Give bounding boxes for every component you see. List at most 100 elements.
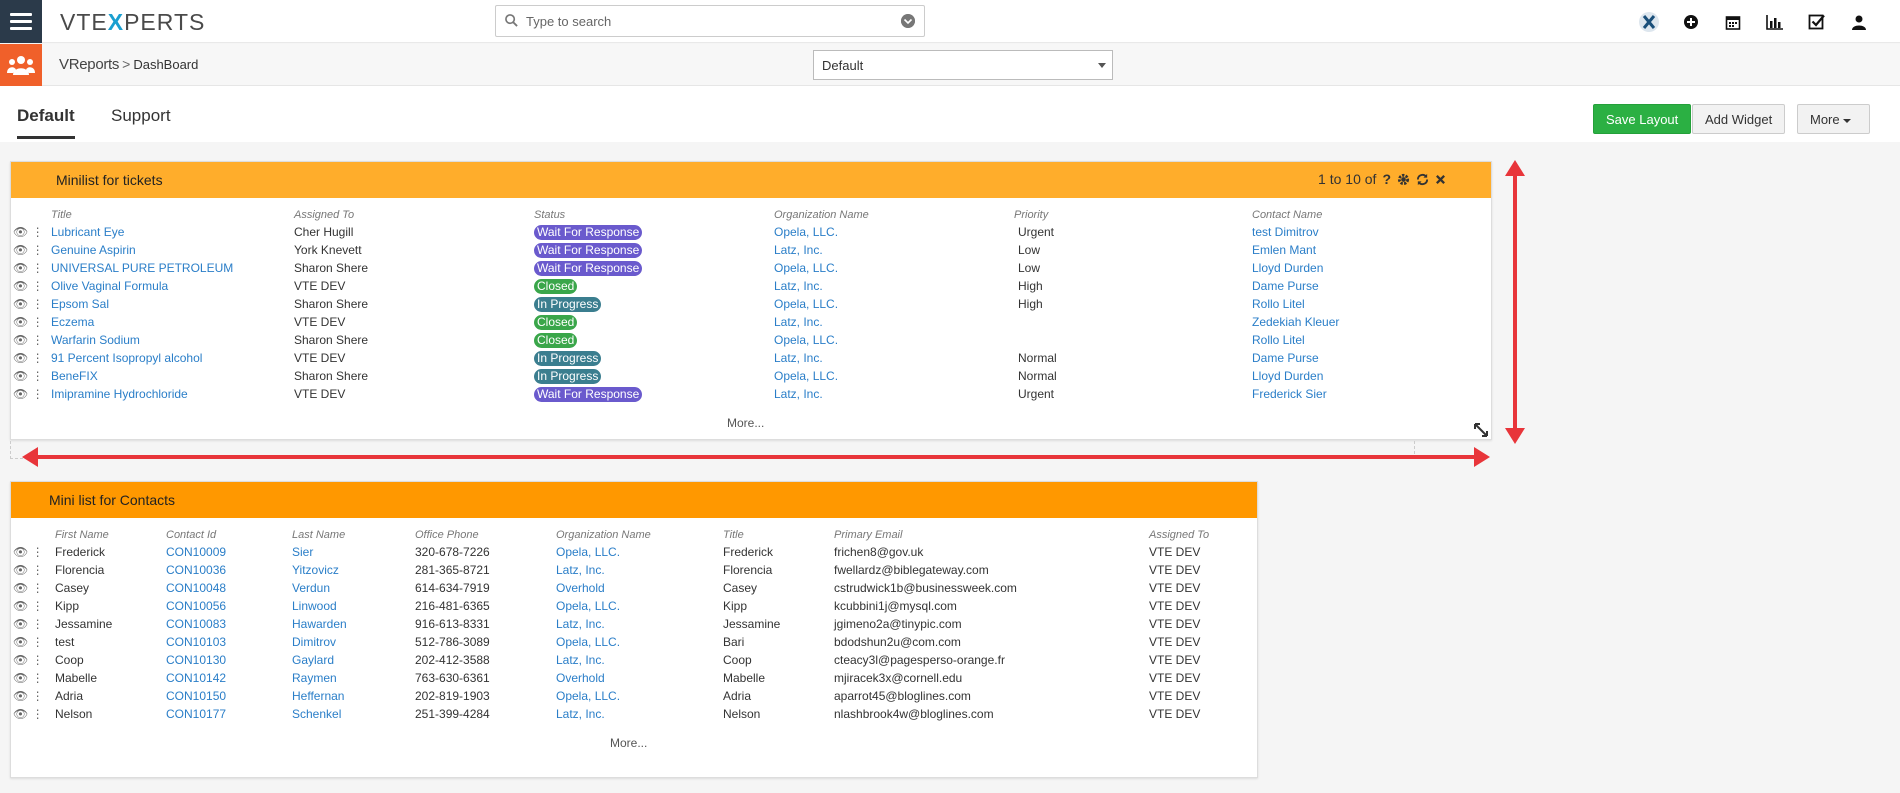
column-header[interactable]: Primary Email — [834, 526, 1149, 543]
organization-link[interactable]: Latz, Inc. — [774, 241, 1014, 259]
table-row[interactable]: 👁 ⋮ Casey CON10048 Verdun 614-634-7919 Overho… — [13, 579, 1243, 597]
table-row[interactable]: 👁 ⋮ Jessamine CON10083 Hawarden 916-613-8331… — [13, 615, 1243, 633]
tab-default[interactable]: Default — [17, 106, 75, 139]
plus-circle-icon[interactable] — [1670, 10, 1712, 34]
eye-icon[interactable]: 👁 — [13, 243, 28, 257]
eye-icon[interactable]: 👁 — [13, 225, 28, 239]
last-name-link[interactable]: Sier — [292, 543, 415, 561]
kebab-menu-icon[interactable]: ⋮ — [32, 581, 44, 595]
ticket-title-link[interactable]: Warfarin Sodium — [51, 331, 294, 349]
kebab-menu-icon[interactable]: ⋮ — [32, 243, 44, 257]
last-name-link[interactable]: Gaylard — [292, 651, 415, 669]
contact-link[interactable]: Dame Purse — [1252, 277, 1423, 295]
last-name-link[interactable]: Dimitrov — [292, 633, 415, 651]
table-row[interactable]: 👁 ⋮ Genuine Aspirin York Knevett Wait For R… — [13, 241, 1423, 259]
organization-link[interactable]: Overhold — [556, 669, 723, 687]
contact-id-link[interactable]: CON10056 — [166, 597, 292, 615]
organization-link[interactable]: Opela, LLC. — [774, 367, 1014, 385]
table-row[interactable]: 👁 ⋮ Florencia CON10036 Yitzovicz 281-365-872… — [13, 561, 1243, 579]
last-name-link[interactable]: Heffernan — [292, 687, 415, 705]
contact-id-link[interactable]: CON10083 — [166, 615, 292, 633]
organization-link[interactable]: Opela, LLC. — [556, 633, 723, 651]
column-header[interactable]: Organization Name — [556, 526, 723, 543]
kebab-menu-icon[interactable]: ⋮ — [32, 387, 44, 401]
table-row[interactable]: 👁 ⋮ Nelson CON10177 Schenkel 251-399-4284 Lat… — [13, 705, 1243, 723]
organization-link[interactable]: Latz, Inc. — [556, 561, 723, 579]
gear-icon[interactable] — [1397, 173, 1410, 186]
table-row[interactable]: 👁 ⋮ Lubricant Eye Cher Hugill Wait For Resp… — [13, 223, 1423, 241]
ticket-title-link[interactable]: Genuine Aspirin — [51, 241, 294, 259]
eye-icon[interactable]: 👁 — [13, 279, 28, 293]
last-name-link[interactable]: Schenkel — [292, 705, 415, 723]
search-input[interactable] — [526, 10, 886, 32]
kebab-menu-icon[interactable]: ⋮ — [32, 297, 44, 311]
kebab-menu-icon[interactable]: ⋮ — [32, 653, 44, 667]
eye-icon[interactable]: 👁 — [13, 315, 28, 329]
more-link[interactable]: More... — [727, 416, 764, 430]
contact-link[interactable]: Rollo Litel — [1252, 295, 1423, 313]
table-row[interactable]: 👁 ⋮ Imipramine Hydrochloride VTE DEV Wait F… — [13, 385, 1423, 403]
ticket-title-link[interactable]: BeneFIX — [51, 367, 294, 385]
kebab-menu-icon[interactable]: ⋮ — [32, 369, 44, 383]
organization-link[interactable]: Latz, Inc. — [774, 385, 1014, 403]
contact-id-link[interactable]: CON10142 — [166, 669, 292, 687]
column-header[interactable]: Contact Name — [1252, 206, 1423, 223]
organization-link[interactable]: Latz, Inc. — [774, 349, 1014, 367]
contact-link[interactable]: Emlen Mant — [1252, 241, 1423, 259]
breadcrumb-module[interactable]: VReports — [59, 56, 119, 73]
organization-link[interactable]: Latz, Inc. — [556, 705, 723, 723]
eye-icon[interactable]: 👁 — [13, 689, 28, 703]
menu-icon[interactable] — [0, 0, 42, 43]
eye-icon[interactable]: 👁 — [13, 617, 28, 631]
contact-link[interactable]: Dame Purse — [1252, 349, 1423, 367]
more-button[interactable]: More — [1797, 104, 1870, 134]
table-row[interactable]: 👁 ⋮ BeneFIX Sharon Shere In Progress Opela, … — [13, 367, 1423, 385]
contact-link[interactable]: Zedekiah Kleuer — [1252, 313, 1423, 331]
last-name-link[interactable]: Yitzovicz — [292, 561, 415, 579]
organization-link[interactable]: Opela, LLC. — [774, 223, 1014, 241]
contact-link[interactable]: Lloyd Durden — [1252, 259, 1423, 277]
ticket-title-link[interactable]: Eczema — [51, 313, 294, 331]
ticket-title-link[interactable]: UNIVERSAL PURE PETROLEUM — [51, 259, 294, 277]
organization-link[interactable]: Latz, Inc. — [774, 277, 1014, 295]
contact-link[interactable]: Rollo Litel — [1252, 331, 1423, 349]
table-row[interactable]: 👁 ⋮ UNIVERSAL PURE PETROLEUM Sharon Shere W… — [13, 259, 1423, 277]
vtexperts-logo[interactable]: VTEXPERTS — [60, 9, 205, 36]
eye-icon[interactable]: 👁 — [13, 671, 28, 685]
kebab-menu-icon[interactable]: ⋮ — [32, 225, 44, 239]
tab-support[interactable]: Support — [111, 106, 171, 136]
contact-id-link[interactable]: CON10130 — [166, 651, 292, 669]
kebab-menu-icon[interactable]: ⋮ — [32, 563, 44, 577]
contact-id-link[interactable]: CON10103 — [166, 633, 292, 651]
eye-icon[interactable]: 👁 — [13, 635, 28, 649]
organization-link[interactable]: Opela, LLC. — [774, 259, 1014, 277]
column-header[interactable]: Title — [723, 526, 834, 543]
total-count-button[interactable]: ? — [1382, 171, 1391, 187]
table-row[interactable]: 👁 ⋮ test CON10103 Dimitrov 512-786-3089 Opela… — [13, 633, 1243, 651]
kebab-menu-icon[interactable]: ⋮ — [32, 279, 44, 293]
column-header[interactable]: Status — [534, 206, 774, 223]
organization-link[interactable]: Latz, Inc. — [774, 313, 1014, 331]
organization-link[interactable]: Opela, LLC. — [556, 687, 723, 705]
table-row[interactable]: 👁 ⋮ Frederick CON10009 Sier 320-678-7226 Opel… — [13, 543, 1243, 561]
column-header[interactable]: Organization Name — [774, 206, 1014, 223]
add-widget-button[interactable]: Add Widget — [1692, 104, 1786, 134]
table-row[interactable]: 👁 ⋮ Adria CON10150 Heffernan 202-819-1903 Ope… — [13, 687, 1243, 705]
kebab-menu-icon[interactable]: ⋮ — [32, 707, 44, 721]
column-header[interactable]: Office Phone — [415, 526, 556, 543]
kebab-menu-icon[interactable]: ⋮ — [32, 635, 44, 649]
more-link[interactable]: More... — [610, 736, 647, 750]
column-header[interactable]: Title — [51, 206, 294, 223]
bar-chart-icon[interactable] — [1754, 10, 1796, 34]
kebab-menu-icon[interactable]: ⋮ — [32, 351, 44, 365]
eye-icon[interactable]: 👁 — [13, 261, 28, 275]
contact-id-link[interactable]: CON10048 — [166, 579, 292, 597]
table-row[interactable]: 👁 ⋮ 91 Percent Isopropyl alcohol VTE DEV In… — [13, 349, 1423, 367]
eye-icon[interactable]: 👁 — [13, 707, 28, 721]
kebab-menu-icon[interactable]: ⋮ — [32, 599, 44, 613]
kebab-menu-icon[interactable]: ⋮ — [32, 333, 44, 347]
table-row[interactable]: 👁 ⋮ Kipp CON10056 Linwood 216-481-6365 Opela,… — [13, 597, 1243, 615]
last-name-link[interactable]: Hawarden — [292, 615, 415, 633]
eye-icon[interactable]: 👁 — [13, 387, 28, 401]
contact-id-link[interactable]: CON10150 — [166, 687, 292, 705]
